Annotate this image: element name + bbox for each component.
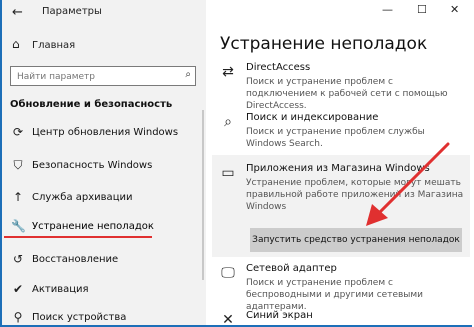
store-app-icon: ▭: [221, 165, 235, 181]
highlight-underline: [4, 236, 152, 238]
upload-arrow-icon: ↑: [12, 190, 24, 204]
check-circle-icon: ✔: [12, 282, 24, 296]
sidebar-scrollbar[interactable]: [202, 110, 204, 280]
sidebar-item-recovery[interactable]: ↺ Восстановление: [2, 248, 206, 272]
history-icon: ↺: [12, 252, 24, 266]
minimize-button[interactable]: —: [382, 3, 393, 16]
troubleshooter-directaccess[interactable]: ⇄ DirectAccess Поиск и устранение пробле…: [216, 62, 466, 111]
home-icon: ⌂: [12, 37, 20, 51]
search-icon: ⌕: [224, 114, 232, 130]
item-description: Поиск и устранение проблем с беспроводны…: [246, 278, 424, 312]
sidebar-item-find-device[interactable]: ⚲ Поиск устройства: [2, 306, 206, 325]
blue-screen-icon: ✕: [222, 312, 234, 325]
sidebar-item-label: Устранение неполадок: [32, 221, 154, 232]
sidebar: ← Параметры ⌂ Главная ⌕ Обновление и без…: [2, 0, 206, 325]
maximize-button[interactable]: ☐: [417, 3, 427, 16]
close-button[interactable]: ✕: [450, 3, 459, 16]
main-panel: — ☐ ✕ Устранение неполадок ⇄ DirectAcces…: [206, 0, 472, 325]
run-troubleshooter-button[interactable]: Запустить средство устранения неполадок: [250, 228, 462, 252]
sidebar-item-label: Восстановление: [32, 254, 119, 265]
section-heading: Обновление и безопасность: [10, 99, 173, 110]
red-arrow-annotation: [366, 142, 450, 226]
sidebar-item-windows-security[interactable]: ⛉ Безопасность Windows: [2, 154, 206, 178]
window-controls: — ☐ ✕: [362, 0, 472, 24]
monitor-icon: 🖵: [221, 265, 235, 281]
wrench-icon: 🔧: [11, 219, 26, 233]
item-title: Синий экран: [246, 310, 313, 321]
sidebar-item-label: Поиск устройства: [32, 312, 127, 323]
search-field[interactable]: ⌕: [10, 66, 196, 86]
item-title: Поиск и индексирование: [246, 112, 379, 123]
sidebar-item-backup[interactable]: ↑ Служба архивации: [2, 186, 206, 210]
back-arrow-icon[interactable]: ←: [12, 5, 23, 20]
settings-window: ← Параметры ⌂ Главная ⌕ Обновление и без…: [0, 0, 472, 327]
item-title: Сетевой адаптер: [246, 263, 337, 274]
search-input[interactable]: [15, 69, 179, 85]
sidebar-item-label: Активация: [32, 284, 89, 295]
window-title: Параметры: [42, 6, 102, 17]
sidebar-item-activation[interactable]: ✔ Активация: [2, 278, 206, 302]
person-pin-icon: ⚲: [13, 310, 23, 324]
sidebar-item-windows-update[interactable]: ⟳ Центр обновления Windows: [2, 121, 206, 145]
sidebar-item-label: Безопасность Windows: [32, 160, 153, 171]
title-bar: ← Параметры: [2, 0, 206, 24]
network-icon: ⇄: [222, 64, 234, 80]
refresh-icon: ⟳: [12, 125, 24, 139]
page-title: Устранение неполадок: [220, 34, 428, 54]
home-label: Главная: [32, 40, 76, 51]
sidebar-item-label: Центр обновления Windows: [32, 127, 179, 138]
troubleshooter-blue-screen[interactable]: ✕ Синий экран: [216, 310, 466, 325]
sidebar-item-home[interactable]: ⌂ Главная: [2, 35, 206, 57]
item-title: DirectAccess: [246, 62, 311, 73]
search-icon[interactable]: ⌕: [185, 69, 191, 80]
troubleshooter-network-adapter[interactable]: 🖵 Сетевой адаптер Поиск и устранение про…: [216, 263, 466, 312]
shield-icon: ⛉: [13, 158, 23, 172]
item-description: Поиск и устранение проблем с подключение…: [246, 77, 448, 111]
sidebar-item-label: Служба архивации: [32, 192, 133, 203]
